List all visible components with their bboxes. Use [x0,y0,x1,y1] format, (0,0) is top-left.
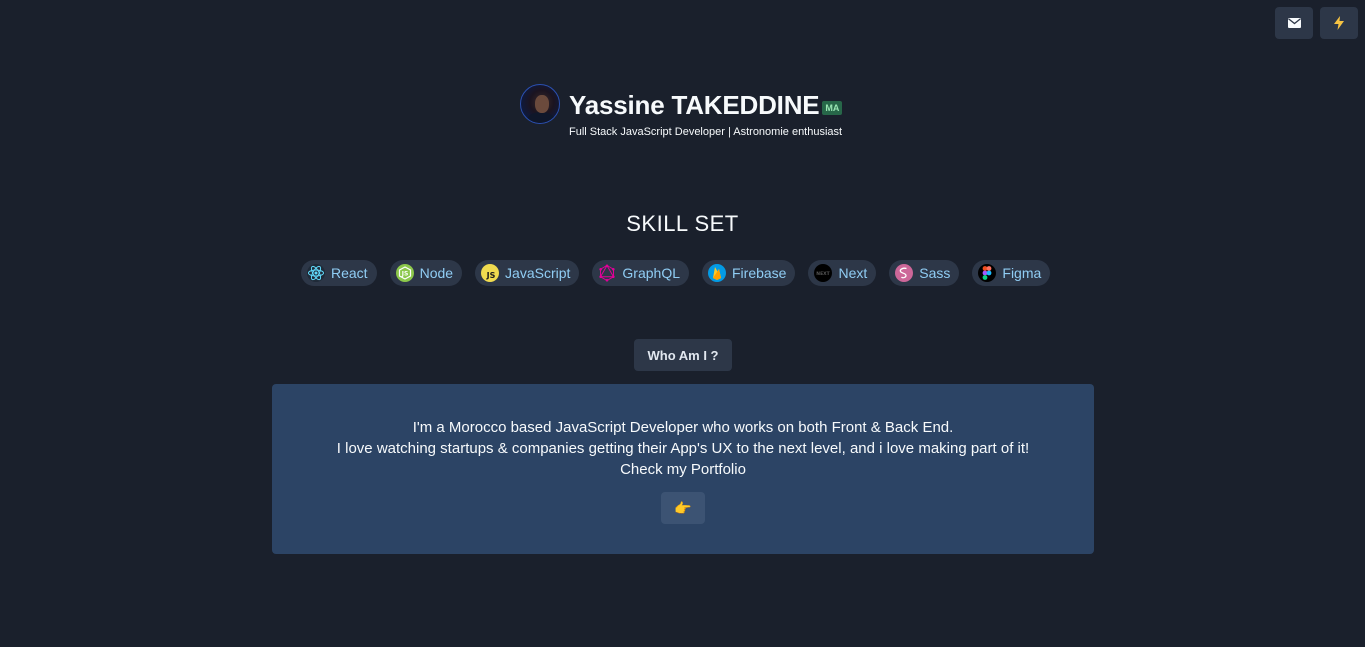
skill-set-title: SKILL SET [626,211,739,236]
skill-chip-sass[interactable]: Sass [889,260,960,286]
react-icon [307,264,325,282]
envelope-icon [1287,18,1301,28]
skill-chip-firebase[interactable]: Firebase [702,260,796,286]
javascript-icon: JS [481,264,500,282]
skill-chip-next[interactable]: NEXT Next [808,260,877,286]
skill-label: Firebase [732,265,787,281]
lightning-icon [1334,16,1344,30]
node-icon: JS [395,264,414,282]
portfolio-button[interactable]: 👉 [661,492,705,524]
skill-label: Next [838,265,868,281]
next-icon: NEXT [814,264,833,282]
profile-subtitle: Full Stack JavaScript Developer | Astron… [569,126,843,138]
who-am-i-button[interactable]: Who Am I ? [634,339,732,371]
theme-toggle-button[interactable] [1320,7,1358,39]
skill-label: Sass [919,265,951,281]
skill-label: GraphQL [622,265,680,281]
skill-list: React JS Node JS JavaScript GraphQL Fire… [301,260,1051,286]
firebase-icon [708,264,726,282]
pointing-hand-icon: 👉 [674,499,692,516]
bio-line: Check my Portfolio [620,461,746,478]
bio-line: I love watching startups & companies get… [336,440,1030,457]
skill-chip-javascript[interactable]: JS JavaScript [475,260,580,286]
graphql-icon [598,264,616,282]
skill-chip-node[interactable]: JS Node [389,260,463,286]
skill-label: Figma [1002,265,1042,281]
profile-header: Yassine TAKEDDINE MA Full Stack JavaScri… [520,84,843,138]
avatar [520,84,560,124]
country-badge: MA [822,101,843,115]
bio-card: I'm a Morocco based JavaScript Developer… [272,384,1094,554]
skill-chip-react[interactable]: React [301,260,377,286]
profile-name: Yassine TAKEDDINE [569,89,820,120]
bio-line: I'm a Morocco based JavaScript Developer… [412,419,954,436]
contact-button[interactable] [1275,7,1313,39]
svg-text:JS: JS [486,271,496,280]
svg-text:NEXT: NEXT [817,271,831,277]
skill-chip-graphql[interactable]: GraphQL [592,260,689,286]
skill-chip-figma[interactable]: Figma [972,260,1051,286]
svg-text:JS: JS [400,271,408,278]
top-toolbar [1275,7,1358,39]
skill-label: React [331,265,368,281]
sass-icon [895,264,914,282]
skill-label: JavaScript [505,265,571,281]
figma-icon [978,264,997,282]
skill-label: Node [419,265,454,281]
